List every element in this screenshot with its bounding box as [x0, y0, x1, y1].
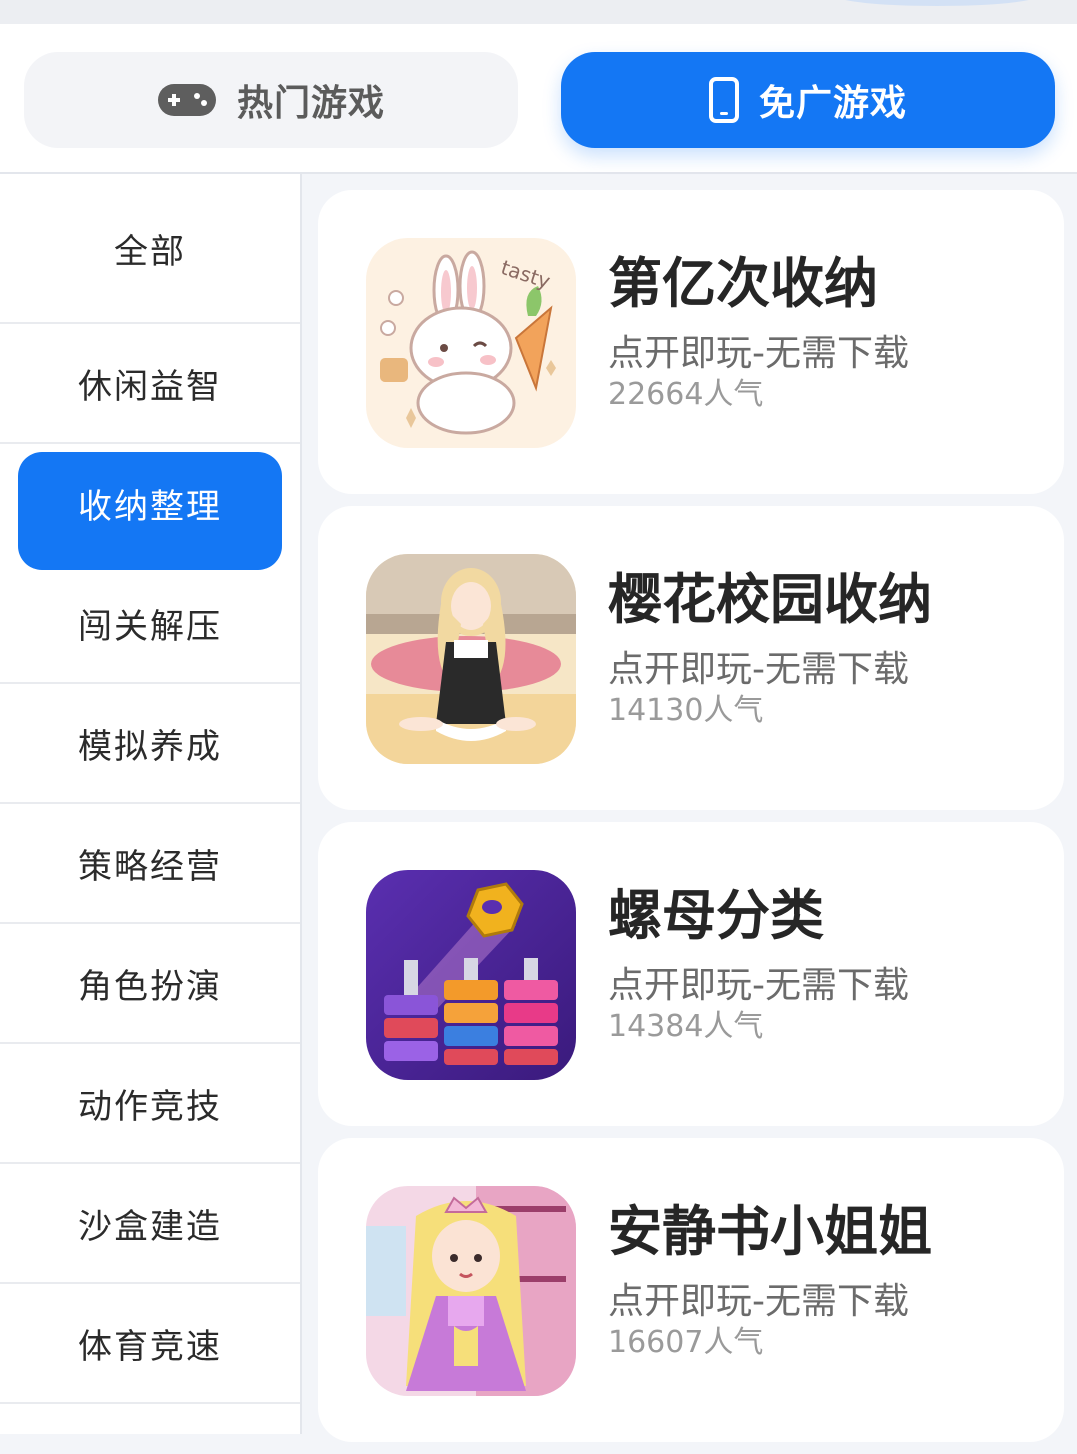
category-label: 收纳整理 — [78, 486, 222, 527]
girl-game-icon — [366, 554, 576, 764]
phone-icon — [708, 77, 739, 123]
category-label: 角色扮演 — [78, 966, 222, 1007]
game-card[interactable]: 螺母分类 点开即玩-无需下载 14384人气 — [318, 822, 1064, 1126]
tab-free-label: 免广游戏 — [758, 83, 907, 124]
category-strategy[interactable]: 策略经营 — [0, 804, 300, 924]
princess-game-icon — [366, 1186, 576, 1396]
category-label: 策略经营 — [78, 846, 222, 887]
category-storage[interactable]: 收纳整理 — [0, 444, 300, 570]
category-label: 闯关解压 — [78, 606, 222, 647]
top-glow — [837, 0, 1037, 6]
game-card[interactable]: 安静书小姐姐 点开即玩-无需下载 16607人气 — [318, 1138, 1064, 1442]
category-sports[interactable]: 体育竞速 — [0, 1284, 300, 1404]
category-casual[interactable]: 休闲益智 — [0, 324, 300, 444]
category-levels[interactable]: 闯关解压 — [0, 564, 300, 684]
tab-hot-label: 热门游戏 — [236, 83, 385, 124]
gamepad-icon — [157, 83, 217, 117]
game-list: tasty 第亿次收纳 点开即玩-无需下载 22664人气 樱花校园收纳 点开即… — [318, 190, 1064, 1454]
category-sandbox[interactable]: 沙盒建造 — [0, 1164, 300, 1284]
category-all[interactable]: 全部 — [0, 174, 300, 324]
bunny-game-icon: tasty — [366, 238, 576, 448]
game-title: 螺母分类 — [608, 884, 824, 947]
nut-sort-game-icon — [366, 870, 576, 1080]
game-info: 螺母分类 点开即玩-无需下载 14384人气 — [608, 882, 1048, 1046]
game-popularity: 16607人气 — [608, 1325, 764, 1360]
category-label: 全部 — [114, 231, 186, 272]
game-subtitle: 点开即玩-无需下载 — [608, 333, 909, 374]
category-label: 动作竞技 — [78, 1086, 222, 1127]
category-action[interactable]: 动作竞技 — [0, 1044, 300, 1164]
tab-ad-free-games[interactable]: 免广游戏 — [561, 52, 1055, 148]
category-roleplay[interactable]: 角色扮演 — [0, 924, 300, 1044]
game-subtitle: 点开即玩-无需下载 — [608, 1281, 909, 1322]
game-info: 第亿次收纳 点开即玩-无需下载 22664人气 — [608, 250, 1048, 414]
game-popularity: 14384人气 — [608, 1009, 764, 1044]
game-subtitle: 点开即玩-无需下载 — [608, 965, 909, 1006]
game-subtitle: 点开即玩-无需下载 — [608, 649, 909, 690]
game-title: 第亿次收纳 — [608, 252, 878, 315]
tab-bar: 热门游戏 免广游戏 — [0, 24, 1077, 174]
game-popularity: 22664人气 — [608, 377, 764, 412]
game-popularity: 14130人气 — [608, 693, 764, 728]
game-card[interactable]: tasty 第亿次收纳 点开即玩-无需下载 22664人气 — [318, 190, 1064, 494]
category-label: 休闲益智 — [78, 366, 222, 407]
category-simulation[interactable]: 模拟养成 — [0, 684, 300, 804]
category-label: 模拟养成 — [78, 726, 222, 767]
game-title: 樱花校园收纳 — [608, 568, 932, 631]
category-sidebar: 全部 休闲益智 收纳整理 闯关解压 模拟养成 策略经营 角色扮演 动作竞技 沙盒… — [0, 174, 302, 1434]
category-label: 沙盒建造 — [78, 1206, 222, 1247]
game-info: 樱花校园收纳 点开即玩-无需下载 14130人气 — [608, 566, 1048, 730]
game-title: 安静书小姐姐 — [608, 1200, 932, 1263]
category-label: 体育竞速 — [78, 1326, 222, 1367]
game-card[interactable]: 樱花校园收纳 点开即玩-无需下载 14130人气 — [318, 506, 1064, 810]
status-strip — [0, 0, 1077, 24]
tab-hot-games[interactable]: 热门游戏 — [24, 52, 518, 148]
game-info: 安静书小姐姐 点开即玩-无需下载 16607人气 — [608, 1198, 1048, 1362]
